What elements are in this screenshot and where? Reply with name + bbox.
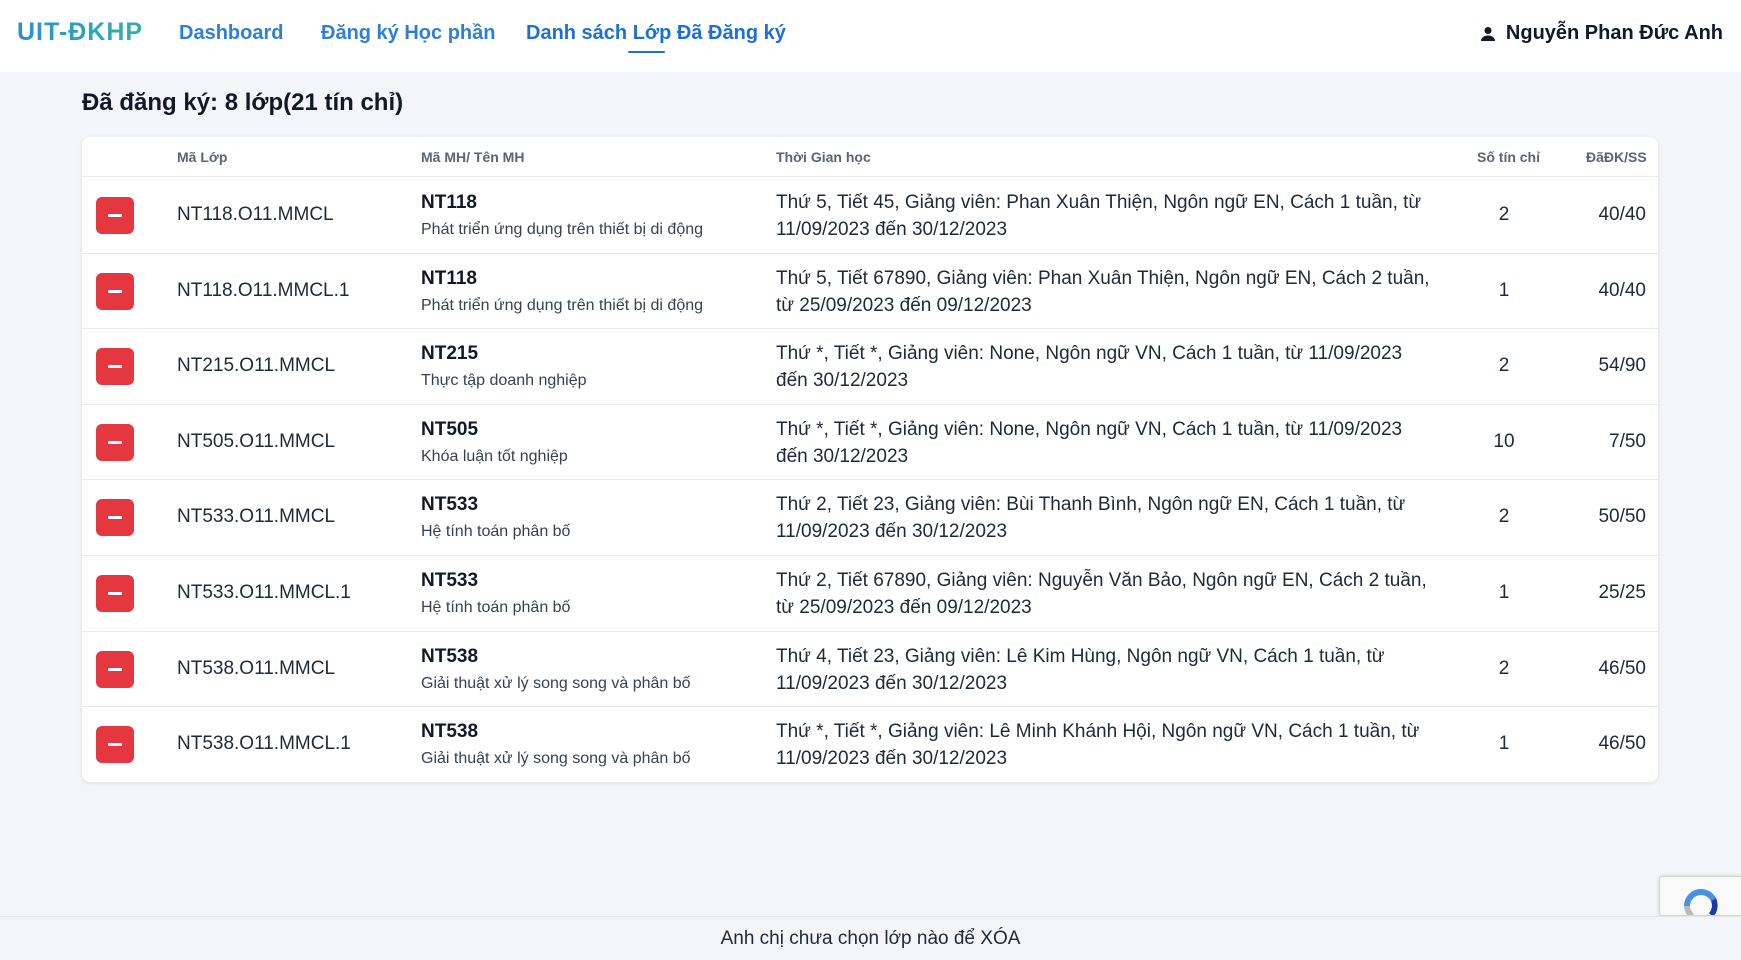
top-navbar: UIT-ĐKHP Dashboard Đăng ký Học phần Danh…	[0, 0, 1741, 72]
delete-class-button[interactable]	[96, 423, 134, 461]
class-schedule: Thứ 5, Tiết 67890, Giảng viên: Phan Xuân…	[776, 267, 1430, 316]
delete-class-button[interactable]	[96, 650, 134, 688]
delete-class-button[interactable]	[96, 499, 134, 537]
class-schedule: Thứ 2, Tiết 67890, Giảng viên: Nguyễn Vă…	[776, 570, 1427, 618]
course-code: NT538	[421, 645, 479, 667]
registered-capacity: 46/50	[1598, 657, 1646, 679]
table-row: NT215.O11.MMCL NT215 Thực tập doanh nghi…	[82, 329, 1658, 405]
class-code: NT538.O11.MMCL.1	[177, 733, 351, 755]
course-name: Thực tập doanh nghiệp	[421, 372, 587, 390]
credits: 2	[1498, 657, 1510, 679]
credits: 1	[1498, 733, 1510, 755]
minus-icon	[108, 289, 122, 293]
active-tab-indicator	[628, 51, 665, 53]
column-header-class-code: Mã Lớp	[177, 149, 228, 165]
credits: 1	[1498, 582, 1510, 603]
delete-class-button[interactable]	[96, 197, 134, 234]
minus-icon	[108, 440, 122, 444]
registration-summary: Đã đăng ký: 8 lớp(21 tín chỉ)	[82, 89, 404, 116]
nav-register-courses[interactable]: Đăng ký Học phần	[321, 22, 495, 45]
registered-capacity: 40/40	[1598, 279, 1646, 301]
column-header-time: Thời Gian học	[776, 149, 871, 165]
table-header: Mã Lớp Mã MH/ Tên MH Thời Gian học Số tí…	[82, 137, 1658, 177]
class-schedule: Thứ 5, Tiết 45, Giảng viên: Phan Xuân Th…	[776, 192, 1422, 240]
course-code: NT118	[421, 267, 477, 289]
credits: 10	[1493, 430, 1515, 452]
registered-capacity: 7/50	[1609, 430, 1646, 452]
class-code: NT505.O11.MMCL	[177, 430, 336, 452]
table-row: NT533.O11.MMCL.1 NT533 Hệ tính toán phân…	[82, 556, 1658, 632]
class-schedule: Thứ *, Tiết *, Giảng viên: Lê Minh Khánh…	[776, 721, 1420, 770]
credits: 2	[1498, 506, 1510, 528]
credits: 2	[1498, 355, 1510, 377]
minus-icon	[108, 667, 122, 671]
class-code: NT118.O11.MMCL	[177, 204, 334, 225]
table-row: NT533.O11.MMCL NT533 Hệ tính toán phân b…	[82, 480, 1658, 556]
nav-registered-classes[interactable]: Danh sách Lớp Đã Đăng ký	[526, 22, 786, 45]
class-schedule: Thứ 2, Tiết 23, Giảng viên: Bùi Thanh Bì…	[776, 494, 1406, 543]
nav-dashboard[interactable]: Dashboard	[179, 22, 283, 45]
minus-icon	[108, 743, 122, 747]
column-header-credits: Số tín chỉ	[1477, 149, 1540, 165]
delete-class-button[interactable]	[96, 726, 134, 764]
course-name: Phát triển ứng dụng trên thiết bị di độn…	[421, 296, 704, 314]
course-name: Khóa luận tốt nghiệp	[421, 447, 568, 465]
class-code: NT215.O11.MMCL	[177, 355, 336, 377]
class-schedule: Thứ *, Tiết *, Giảng viên: None, Ngôn ng…	[776, 418, 1403, 467]
recaptcha-badge[interactable]	[1659, 876, 1741, 916]
course-code: NT118	[421, 192, 477, 213]
credits: 2	[1498, 204, 1510, 225]
registered-capacity: 50/50	[1598, 506, 1646, 528]
column-header-registered: ĐãĐK/SS	[1586, 149, 1647, 165]
delete-class-button[interactable]	[96, 575, 134, 612]
course-name: Hệ tính toán phân bố	[421, 599, 571, 616]
delete-class-button[interactable]	[96, 348, 134, 386]
course-code: NT533	[421, 494, 479, 516]
course-name: Giải thuật xử lý song song và phân bố	[421, 750, 691, 768]
table-row: NT538.O11.MMCL.1 NT538 Giải thuật xử lý …	[82, 707, 1658, 783]
class-code: NT533.O11.MMCL	[177, 506, 336, 528]
table-row: NT538.O11.MMCL NT538 Giải thuật xử lý so…	[82, 632, 1658, 708]
status-message: Anh chị chưa chọn lớp nào để XÓA	[720, 928, 1021, 949]
registered-capacity: 46/50	[1598, 733, 1646, 755]
delete-class-button[interactable]	[96, 272, 134, 310]
registered-capacity: 40/40	[1598, 204, 1646, 225]
course-name: Giải thuật xử lý song song và phân bố	[421, 674, 691, 692]
course-name: Hệ tính toán phân bố	[421, 523, 571, 541]
user-name: Nguyễn Phan Đức Anh	[1505, 22, 1723, 44]
course-code: NT533	[421, 570, 479, 591]
table-row: NT118.O11.MMCL.1 NT118 Phát triển ứng dụ…	[82, 254, 1658, 330]
course-code: NT538	[421, 721, 479, 743]
user-icon	[1480, 26, 1496, 42]
table-row: NT118.O11.MMCL NT118 Phát triển ứng dụng…	[82, 178, 1658, 254]
status-bar: Anh chị chưa chọn lớp nào để XÓA	[0, 916, 1741, 960]
credits: 1	[1498, 279, 1510, 301]
app-logo[interactable]: UIT-ĐKHP	[17, 18, 143, 47]
table-row: NT505.O11.MMCL NT505 Khóa luận tốt nghiệ…	[82, 405, 1658, 481]
course-name: Phát triển ứng dụng trên thiết bị di độn…	[421, 221, 704, 238]
user-menu[interactable]: Nguyễn Phan Đức Anh	[1480, 22, 1723, 45]
class-code: NT533.O11.MMCL.1	[177, 582, 351, 603]
course-code: NT505	[421, 418, 479, 440]
minus-icon	[108, 214, 122, 217]
minus-icon	[108, 516, 122, 520]
class-schedule: Thứ 4, Tiết 23, Giảng viên: Lê Kim Hùng,…	[776, 645, 1385, 694]
class-code: NT538.O11.MMCL	[177, 657, 336, 679]
course-code: NT215	[421, 343, 479, 365]
minus-icon	[108, 365, 122, 369]
recaptcha-icon	[1680, 885, 1722, 915]
column-header-course: Mã MH/ Tên MH	[421, 149, 525, 165]
class-code: NT118.O11.MMCL.1	[177, 279, 350, 301]
registered-classes-table: Mã Lớp Mã MH/ Tên MH Thời Gian học Số tí…	[82, 137, 1658, 782]
minus-icon	[108, 592, 122, 595]
class-schedule: Thứ *, Tiết *, Giảng viên: None, Ngôn ng…	[776, 343, 1403, 392]
registered-capacity: 25/25	[1598, 582, 1646, 603]
registered-capacity: 54/90	[1598, 355, 1646, 377]
